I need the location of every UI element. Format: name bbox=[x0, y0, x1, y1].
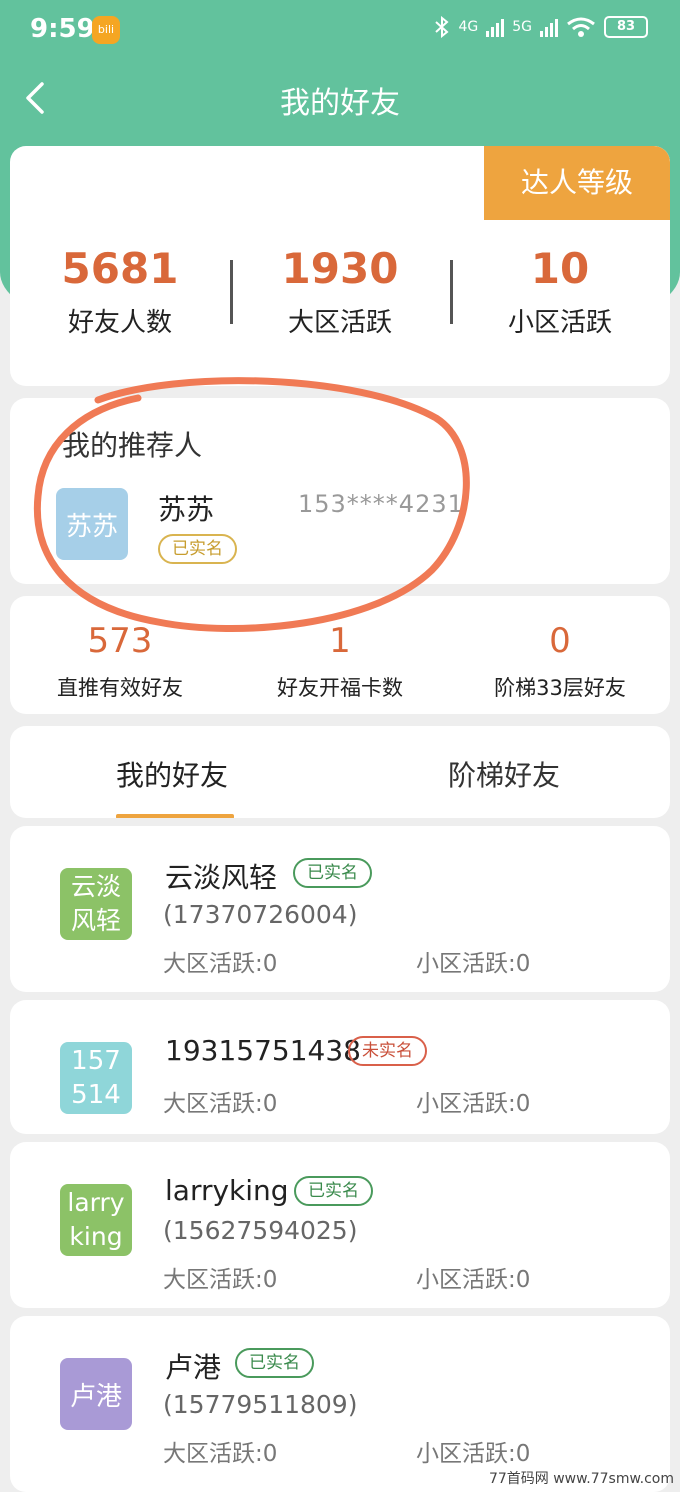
verified-badge: 已实名 bbox=[293, 858, 372, 888]
tab-ladder-friends[interactable]: 阶梯好友 bbox=[448, 754, 560, 794]
friend-name: 19315751438 bbox=[165, 1034, 361, 1067]
referrer-card: 我的推荐人 苏苏 苏苏 153****4231 已实名 bbox=[10, 398, 670, 584]
stat-label: 直推有效好友 bbox=[57, 676, 183, 700]
friend-list-item[interactable]: larryking larryking 已实名 (15627594025) 大区… bbox=[10, 1142, 670, 1308]
friend-list-item[interactable]: 卢港 卢港 已实名 (15779511809) 大区活跃:0 小区活跃:0 bbox=[10, 1316, 670, 1492]
stat-divider bbox=[230, 260, 233, 324]
stat-value: 10 bbox=[530, 244, 590, 293]
stat-label: 好友开福卡数 bbox=[277, 676, 403, 700]
friend-avatar: 卢港 bbox=[60, 1358, 132, 1430]
friend-name: 云淡风轻 bbox=[165, 861, 278, 894]
tab-active-indicator bbox=[116, 814, 234, 818]
app-notification-icon: bili bbox=[92, 16, 120, 44]
stat-label: 阶梯33层好友 bbox=[494, 676, 626, 700]
friend-list-item[interactable]: 19315751438 19315751438 未实名 大区活跃:0 小区活跃:… bbox=[10, 1000, 670, 1134]
expert-level-button[interactable]: 达人等级 bbox=[484, 146, 670, 220]
stat-friend-cards[interactable]: 1 好友开福卡数 bbox=[230, 620, 450, 702]
network-4g-label: 4G bbox=[458, 19, 479, 35]
friend-big-zone: 大区活跃:0 bbox=[163, 1441, 278, 1467]
friend-avatar: 19315751438 bbox=[60, 1042, 132, 1114]
friend-phone: (15779511809) bbox=[163, 1390, 358, 1419]
friend-small-zone: 小区活跃:0 bbox=[416, 1267, 531, 1293]
friend-phone: (15627594025) bbox=[163, 1216, 358, 1245]
friend-phone: (17370726004) bbox=[163, 900, 358, 929]
friend-avatar: 云淡风轻 bbox=[60, 868, 132, 940]
secondary-stats: 573 直推有效好友 1 好友开福卡数 0 阶梯33层好友 bbox=[10, 620, 670, 702]
stat-value: 5681 bbox=[61, 244, 179, 293]
stat-value: 1 bbox=[329, 621, 351, 661]
referrer-verified-badge: 已实名 bbox=[158, 534, 237, 564]
bluetooth-icon bbox=[435, 16, 450, 38]
stat-value: 573 bbox=[87, 621, 153, 661]
stat-label: 小区活跃 bbox=[507, 308, 612, 338]
stat-big-zone[interactable]: 1930 大区活跃 bbox=[230, 244, 450, 339]
friend-name: larryking bbox=[165, 1174, 289, 1207]
network-5g-label: 5G bbox=[512, 19, 532, 35]
signal-4g-icon bbox=[486, 17, 505, 37]
stat-small-zone[interactable]: 10 小区活跃 bbox=[450, 244, 670, 339]
referrer-name: 苏苏 bbox=[158, 493, 215, 526]
referrer-phone: 153****4231 bbox=[298, 490, 464, 518]
status-bar: 9:59 bili 4G 5G 83 bbox=[0, 0, 680, 64]
summary-card: 达人等级 5681 好友人数 1930 大区活跃 10 小区活跃 bbox=[10, 146, 670, 386]
tab-my-friends[interactable]: 我的好友 bbox=[116, 754, 228, 794]
verified-badge: 已实名 bbox=[235, 1348, 314, 1378]
friend-name: 卢港 bbox=[165, 1351, 222, 1384]
unverified-badge: 未实名 bbox=[348, 1036, 427, 1066]
signal-5g-icon bbox=[540, 17, 558, 37]
status-time: 9:59 bbox=[30, 14, 95, 44]
system-icons: 4G 5G 83 bbox=[434, 16, 648, 38]
stat-label: 好友人数 bbox=[67, 308, 172, 338]
wifi-icon bbox=[567, 17, 595, 37]
friend-avatar: larryking bbox=[60, 1184, 132, 1256]
stat-direct-friends[interactable]: 573 直推有效好友 bbox=[10, 620, 230, 702]
summary-stats: 5681 好友人数 1930 大区活跃 10 小区活跃 bbox=[10, 244, 670, 339]
secondary-stats-card: 573 直推有效好友 1 好友开福卡数 0 阶梯33层好友 bbox=[10, 596, 670, 714]
stat-label: 大区活跃 bbox=[287, 308, 392, 338]
site-watermark: 77首码网 www.77smw.com bbox=[488, 1471, 674, 1487]
friend-big-zone: 大区活跃:0 bbox=[163, 1091, 278, 1117]
referrer-avatar: 苏苏 bbox=[56, 488, 128, 560]
stat-divider bbox=[450, 260, 453, 324]
stat-value: 1930 bbox=[281, 244, 399, 293]
referrer-title: 我的推荐人 bbox=[62, 429, 203, 462]
friend-big-zone: 大区活跃:0 bbox=[163, 1267, 278, 1293]
nav-bar: 我的好友 bbox=[0, 64, 680, 132]
stat-ladder-friends[interactable]: 0 阶梯33层好友 bbox=[450, 620, 670, 702]
stat-friend-count[interactable]: 5681 好友人数 bbox=[10, 244, 230, 339]
tabs-card: 我的好友 阶梯好友 bbox=[10, 726, 670, 818]
page-title: 我的好友 bbox=[280, 86, 400, 121]
verified-badge: 已实名 bbox=[294, 1176, 373, 1206]
friend-small-zone: 小区活跃:0 bbox=[416, 1441, 531, 1467]
friend-big-zone: 大区活跃:0 bbox=[163, 951, 278, 977]
friend-small-zone: 小区活跃:0 bbox=[416, 951, 531, 977]
friend-small-zone: 小区活跃:0 bbox=[416, 1091, 531, 1117]
battery-icon: 83 bbox=[604, 16, 648, 38]
stat-value: 0 bbox=[549, 621, 571, 661]
friend-list-item[interactable]: 云淡风轻 云淡风轻 已实名 (17370726004) 大区活跃:0 小区活跃:… bbox=[10, 826, 670, 992]
